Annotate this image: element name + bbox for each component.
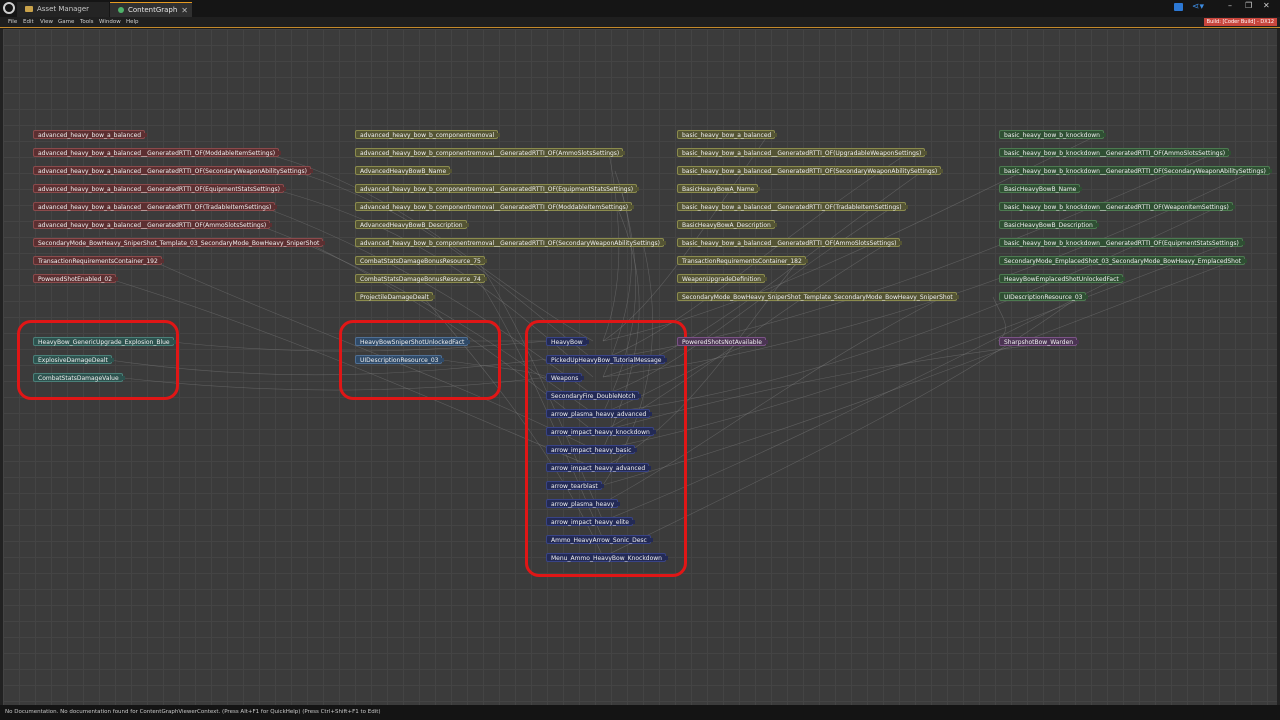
close-icon[interactable]: ✕ (181, 3, 188, 18)
graph-node[interactable]: basic_heavy_bow_b_knockdown__GeneratedRT… (999, 166, 1272, 175)
graph-node[interactable]: ProjectileDamageDealt (355, 292, 435, 301)
graph-node[interactable]: AdvancedHeavyBowB_Name (355, 166, 453, 175)
tab-label: ContentGraph (128, 6, 178, 14)
folder-icon (25, 6, 33, 12)
graph-icon (118, 7, 124, 13)
graph-node[interactable]: SecondaryFire_DoubleNotch (546, 391, 642, 400)
graph-node[interactable]: WeaponUpgradeDefinition (677, 274, 767, 283)
graph-node[interactable]: BasicHeavyBowB_Name (999, 184, 1083, 193)
graph-node[interactable]: Ammo_HeavyArrow_Sonic_Desc (546, 535, 653, 544)
menu-window[interactable]: Window (99, 18, 121, 27)
app-logo-icon (3, 2, 15, 14)
graph-node[interactable]: basic_heavy_bow_b_knockdown__GeneratedRT… (999, 202, 1235, 211)
graph-node[interactable]: PickedUpHeavyBow_TutorialMessage (546, 355, 668, 364)
graph-node[interactable]: advanced_heavy_bow_a_balanced__Generated… (33, 184, 286, 193)
graph-node[interactable]: advanced_heavy_bow_b_componentremoval__G… (355, 184, 640, 193)
graph-node[interactable]: basic_heavy_bow_b_knockdown (999, 130, 1106, 139)
graph-node[interactable]: arrow_impact_heavy_basic (546, 445, 638, 454)
build-badge: Build: [Coder Build] - DX12 (1203, 18, 1277, 26)
graph-node[interactable]: advanced_heavy_bow_b_componentremoval__G… (355, 238, 667, 247)
menu-view[interactable]: View (40, 18, 53, 27)
graph-node[interactable]: arrow_impact_heavy_knockdown (546, 427, 656, 436)
graph-node[interactable]: arrow_impact_heavy_advanced (546, 463, 652, 472)
tab-content-graph[interactable]: ContentGraph ✕ (110, 2, 192, 17)
graph-node[interactable]: PoweredShotEnabled_02 (33, 274, 119, 283)
graph-node[interactable]: HeavyBowSniperShotUnlockedFact (355, 337, 471, 346)
graph-node[interactable]: advanced_heavy_bow_b_componentremoval (355, 130, 501, 139)
menu-bar: File Edit View Game Tools Window Help Bu… (0, 17, 1280, 28)
graph-node[interactable]: advanced_heavy_bow_a_balanced (33, 130, 148, 139)
graph-node[interactable]: arrow_plasma_heavy (546, 499, 621, 508)
status-bar: No Documentation. No documentation found… (0, 705, 1280, 720)
graph-node[interactable]: BasicHeavyBowB_Description (999, 220, 1099, 229)
graph-node[interactable]: advanced_heavy_bow_a_balanced__Generated… (33, 220, 273, 229)
graph-node[interactable]: TransactionRequirementsContainer_182 (677, 256, 808, 265)
graph-node[interactable]: basic_heavy_bow_b_knockdown__GeneratedRT… (999, 148, 1232, 157)
graph-node[interactable]: arrow_impact_heavy_elite (546, 517, 635, 526)
graph-node[interactable]: basic_heavy_bow_a_balanced__GeneratedRTT… (677, 166, 944, 175)
graph-node[interactable]: arrow_tearblast (546, 481, 604, 490)
minimize-icon[interactable]: – (1228, 1, 1232, 10)
graph-node[interactable]: AdvancedHeavyBowB_Description (355, 220, 469, 229)
tab-label: Asset Manager (37, 5, 90, 13)
maximize-icon[interactable]: ❐ (1245, 1, 1252, 10)
menu-help[interactable]: Help (126, 18, 139, 27)
content-graph-window: { "tabs": [ {"label": "Asset Manager", "… (0, 0, 1280, 720)
graph-node[interactable]: HeavyBow (546, 337, 589, 346)
menu-file[interactable]: File (8, 18, 17, 27)
graph-node[interactable]: SecondaryMode_BowHeavy_SniperShot_Templa… (33, 238, 326, 247)
graph-node[interactable]: HeavyBow_GenericUpgrade_Explosion_Blue (33, 337, 176, 346)
source-control-icon[interactable] (1174, 3, 1183, 11)
graph-node[interactable]: advanced_heavy_bow_a_balanced__Generated… (33, 166, 313, 175)
graph-node[interactable]: advanced_heavy_bow_b_componentremoval__G… (355, 148, 626, 157)
close-window-icon[interactable]: ✕ (1263, 1, 1270, 10)
graph-node[interactable]: Weapons (546, 373, 585, 382)
graph-node[interactable]: basic_heavy_bow_a_balanced__GeneratedRTT… (677, 202, 908, 211)
graph-node[interactable]: basic_heavy_bow_a_balanced (677, 130, 778, 139)
menu-game[interactable]: Game (58, 18, 74, 27)
graph-node[interactable]: Menu_Ammo_HeavyBow_Knockdown (546, 553, 668, 562)
graph-node[interactable]: SecondaryMode_BowHeavy_SniperShot_Templa… (677, 292, 959, 301)
graph-node[interactable]: SecondaryMode_EmplacedShot_03_SecondaryM… (999, 256, 1247, 265)
share-icon[interactable]: ⋖▾ (1192, 2, 1204, 12)
graph-node[interactable]: TransactionRequirementsContainer_192 (33, 256, 164, 265)
graph-node[interactable]: advanced_heavy_bow_b_componentremoval__G… (355, 202, 635, 211)
graph-node[interactable]: PoweredShotsNotAvailable (677, 337, 768, 346)
graph-node[interactable]: UIDescriptionResource_03 (355, 355, 445, 364)
status-text: No Documentation. No documentation found… (5, 709, 381, 715)
graph-node[interactable]: CombatStatsDamageValue (33, 373, 125, 382)
graph-canvas[interactable]: advanced_heavy_bow_a_balanced advanced_h… (0, 29, 1280, 705)
graph-node[interactable]: SharpshotBow_Warden (999, 337, 1080, 346)
graph-node[interactable]: advanced_heavy_bow_a_balanced__Generated… (33, 202, 278, 211)
graph-node[interactable]: BasicHeavyBowA_Description (677, 220, 777, 229)
graph-node[interactable]: UIDescriptionResource_03 (999, 292, 1089, 301)
tab-asset-manager[interactable]: Asset Manager (17, 2, 109, 17)
graph-node[interactable]: ExplosiveDamageDealt (33, 355, 114, 364)
graph-node[interactable]: advanced_heavy_bow_a_balanced__Generated… (33, 148, 282, 157)
graph-node[interactable]: arrow_plasma_heavy_advanced (546, 409, 653, 418)
menu-edit[interactable]: Edit (23, 18, 34, 27)
title-bar: Asset Manager ContentGraph ✕ ⋖▾ – ❐ ✕ (0, 0, 1280, 17)
graph-node[interactable]: CombatStatsDamageBonusResource_74 (355, 274, 487, 283)
graph-node[interactable]: HeavyBowEmplacedShotUnlockedFact (999, 274, 1125, 283)
graph-node[interactable]: basic_heavy_bow_a_balanced__GeneratedRTT… (677, 148, 928, 157)
graph-node[interactable]: BasicHeavyBowA_Name (677, 184, 761, 193)
graph-node[interactable]: basic_heavy_bow_a_balanced__GeneratedRTT… (677, 238, 903, 247)
menu-tools[interactable]: Tools (80, 18, 94, 27)
graph-node[interactable]: basic_heavy_bow_b_knockdown__GeneratedRT… (999, 238, 1245, 247)
graph-node[interactable]: CombatStatsDamageBonusResource_75 (355, 256, 487, 265)
